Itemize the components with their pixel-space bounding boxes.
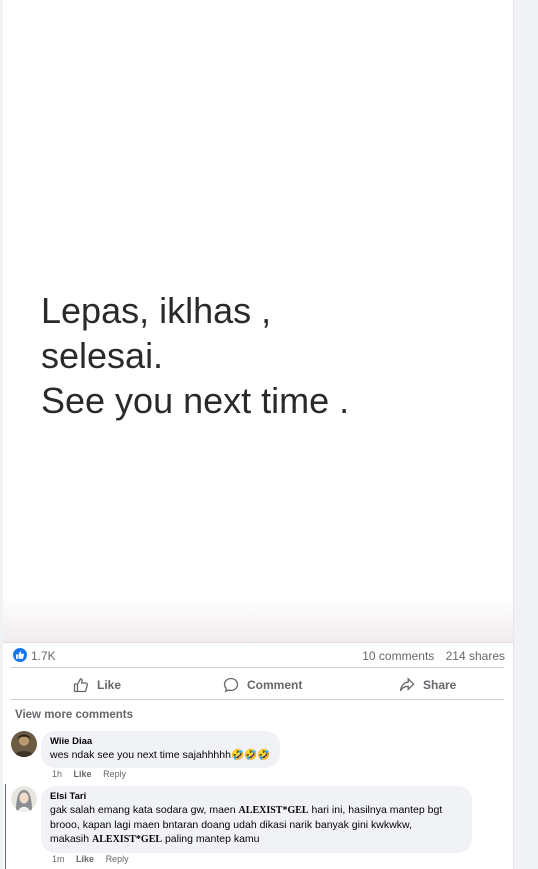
divider <box>11 699 504 700</box>
shares-count[interactable]: 214 shares <box>446 649 505 663</box>
share-icon <box>399 677 415 692</box>
comment-reply-link[interactable]: Reply <box>103 769 126 779</box>
share-button-label: Share <box>423 678 457 692</box>
comment-reply-link[interactable]: Reply <box>106 854 129 864</box>
comment-line: makasih ALEXIST*GEL paling mantep kamu <box>50 832 462 847</box>
comment-text: wes ndak see you next time sajahhhhh🤣🤣🤣 <box>50 749 271 761</box>
view-more-comments-link[interactable]: View more comments <box>15 709 133 721</box>
comments-count[interactable]: 10 comments <box>362 649 434 663</box>
facebook-post: Lepas, iklhas , selesai. See you next ti… <box>3 0 513 869</box>
comment-line: gak salah emang kata sodara gw, maen ALE… <box>50 803 462 818</box>
comment-icon <box>223 677 239 693</box>
brand-name: ALEXIST*GEL <box>92 834 163 845</box>
like-reaction-icon[interactable] <box>13 648 27 662</box>
comment-meta: 1h Like Reply <box>52 769 135 779</box>
comment-time[interactable]: 1m <box>52 854 65 864</box>
comment-text-part: hari ini, hasilnya mantep bgt <box>308 804 443 816</box>
comment-text: gak salah emang kata sodara gw, maen ALE… <box>50 803 462 847</box>
like-button-label: Like <box>97 678 122 692</box>
comment-bubble: Elsi Tari gak salah emang kata sodara gw… <box>41 786 472 853</box>
comment-like-link[interactable]: Like <box>74 769 92 779</box>
comment: Wiie Diaa wes ndak see you next time saj… <box>11 731 511 783</box>
divider <box>11 667 504 668</box>
comment-button-label: Comment <box>247 678 303 692</box>
thumbs-up-icon <box>73 678 89 693</box>
comment: Elsi Tari gak salah emang kata sodara gw… <box>11 786 511 869</box>
share-button[interactable]: Share <box>399 671 456 699</box>
comment-text-part: paling mantep kamu <box>162 833 260 845</box>
reply-thread-line <box>5 784 6 869</box>
comment-like-link[interactable]: Like <box>76 854 94 864</box>
caption-line: selesai. <box>41 335 164 376</box>
avatar[interactable] <box>11 786 37 812</box>
feed-scroll-gutter[interactable] <box>513 0 538 869</box>
caption-line: See you next time . <box>41 380 350 421</box>
commenter-name[interactable]: Wiie Diaa <box>50 736 270 748</box>
caption-line: Lepas, iklhas , <box>41 290 272 331</box>
post-image-text: Lepas, iklhas , selesai. See you next ti… <box>41 288 349 423</box>
reaction-count[interactable]: 1.7K <box>31 649 56 663</box>
comment-bubble: Wiie Diaa wes ndak see you next time saj… <box>41 731 281 768</box>
post-actions: Like Comment Share <box>11 671 504 699</box>
engagement-stats: 1.7K 10 comments 214 shares <box>11 646 505 666</box>
comment-text-part: makasih <box>50 833 93 845</box>
comment-text-part: gak salah emang kata sodara gw, maen <box>50 804 239 816</box>
like-button[interactable]: Like <box>73 671 121 699</box>
comment-button[interactable]: Comment <box>223 671 302 699</box>
post-image[interactable]: Lepas, iklhas , selesai. See you next ti… <box>3 0 513 643</box>
comment-time[interactable]: 1h <box>52 769 62 779</box>
brand-name: ALEXIST*GEL <box>238 805 309 816</box>
comment-meta: 1m Like Reply <box>52 854 138 864</box>
comment-line: brooo, kapan lagi maen bntaran doang uda… <box>50 819 412 831</box>
avatar[interactable] <box>11 731 37 757</box>
commenter-name[interactable]: Elsi Tari <box>50 791 462 803</box>
